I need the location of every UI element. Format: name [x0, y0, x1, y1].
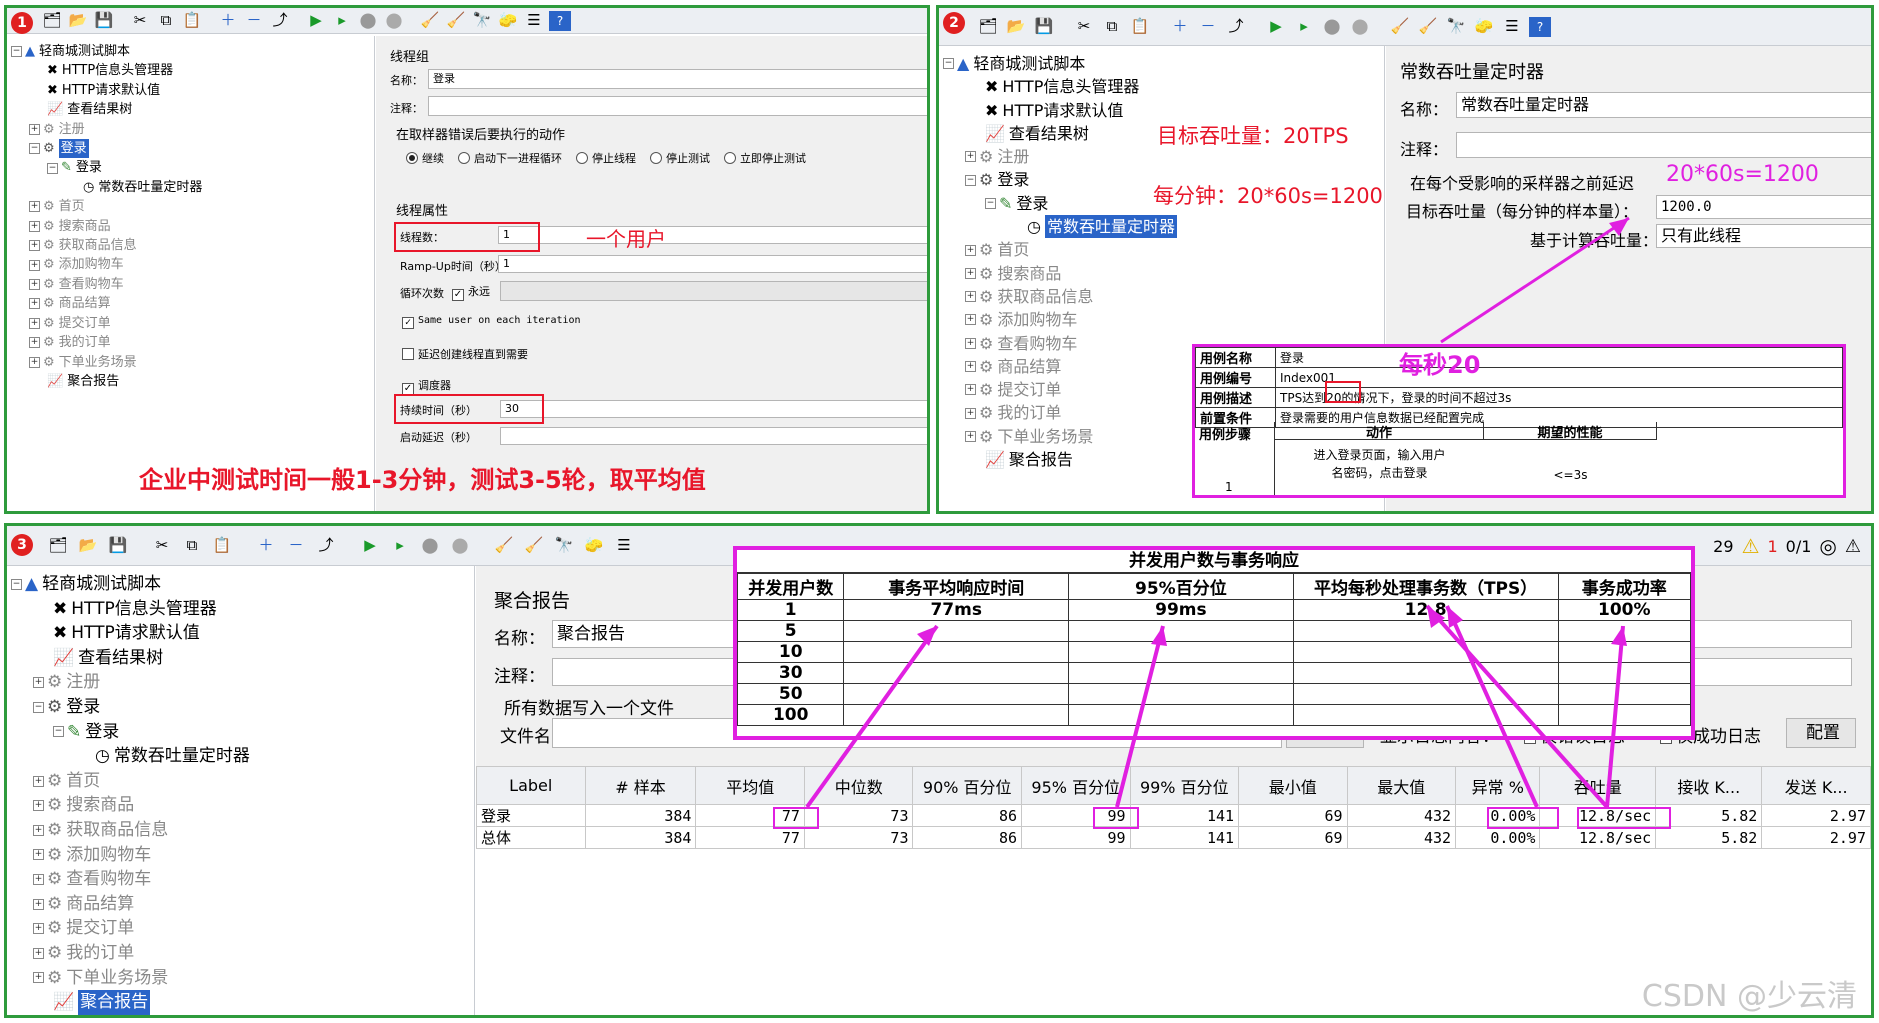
error-action-section: 在取样器错误后要执行的动作	[396, 128, 566, 143]
annotation-duration-box	[394, 394, 544, 424]
radio-stop-test[interactable]: 停止测试	[650, 152, 710, 165]
sampler-icon: ✎	[61, 160, 72, 176]
gear-icon: ⚙	[43, 354, 55, 370]
copy-icon[interactable]: ⧉	[155, 11, 177, 31]
duration-field[interactable]: 30	[500, 400, 927, 418]
panel-3-aggregate-report: 3 🗂 📂 💾 ✂ ⧉ 📋 ＋ － ⤴ ▶ ▸ ⬤ ⬤ 🧹 🧹 🔭 🧽 ☰ 29…	[4, 523, 1874, 1018]
gear-icon: ⚙	[43, 257, 55, 273]
timer-icon: ◷	[83, 179, 95, 195]
gear-icon: ⚙	[43, 335, 55, 351]
tree-item-group[interactable]: + ⚙ 首页	[11, 197, 374, 216]
listener-icon: 📈	[47, 102, 64, 118]
radio-stop-thread[interactable]: 停止线程	[576, 152, 636, 165]
annotation-test-time: 企业中测试时间一般1-3分钟，测试3-5轮，取平均值	[139, 466, 706, 494]
panel-badge: 3	[11, 534, 33, 556]
start-icon[interactable]: ▶	[305, 11, 327, 31]
name-field[interactable]: 登录	[428, 69, 927, 89]
tree-item-request-defaults[interactable]: ✖ HTTP请求默认值	[11, 81, 374, 100]
gear-icon: ⚙	[43, 296, 55, 312]
comment-field[interactable]	[428, 96, 927, 116]
test-plan-tree: − ▲ 轻商城测试脚本 ✖ HTTP信息头管理器 ✖ HTTP请求默认值 📈 查看结果树 …	[7, 36, 375, 511]
loop-forever-checkbox[interactable]: ✓ 永远	[452, 283, 490, 301]
gear-icon: ⚙	[43, 276, 55, 292]
comment-label: 注释：	[390, 102, 423, 115]
toolbar: 🗂 📂 💾 ✂ ⧉ 📋 ＋ － ⤴ ▶ ▸ ⬤ ⬤ 🧹 🧹 🔭 🧽 ☰ ?	[7, 8, 927, 34]
tree-item-timer[interactable]: ◷ 常数吞吐量定时器	[11, 178, 374, 197]
tree-item-group[interactable]: + ⚙ 添加购物车	[11, 255, 374, 274]
thread-props-section: 线程属性	[396, 204, 449, 219]
save-icon[interactable]: 💾	[93, 11, 115, 31]
threads-field[interactable]: 1	[498, 226, 927, 244]
tree-item-group[interactable]: + ⚙ 搜索商品	[11, 217, 374, 236]
scheduler-checkbox[interactable]: ✓ 调度器	[402, 377, 451, 395]
annotation-arrow	[1440, 216, 1630, 344]
loop-label: 循环次数	[400, 287, 444, 300]
loop-count-field[interactable]	[500, 281, 927, 301]
tree-item-header-manager[interactable]: ✖ HTTP信息头管理器	[11, 61, 374, 80]
test-plan-icon: ▲	[25, 44, 35, 59]
shutdown-icon[interactable]: ⬤	[383, 11, 405, 31]
delay-create-checkbox[interactable]: 延迟创建线程直到需要	[402, 346, 528, 362]
stop-icon[interactable]: ⬤	[357, 11, 379, 31]
start-no-pause-icon[interactable]: ▸	[331, 11, 353, 31]
annotation-arrows	[805, 604, 1627, 809]
gear-icon: ⚙	[43, 238, 55, 254]
tree-item-login-group[interactable]: − ⚙ 登录	[11, 139, 374, 159]
gear-icon: ⚙	[43, 121, 55, 137]
rampup-field[interactable]: 1	[498, 255, 927, 273]
rampup-label: Ramp-Up时间（秒）：	[400, 260, 512, 273]
startup-delay-field[interactable]	[500, 427, 927, 445]
open-icon[interactable]: 📂	[67, 11, 89, 31]
radio-continue[interactable]: 继续	[406, 152, 444, 165]
gear-icon: ⚙	[43, 315, 55, 331]
tree-root[interactable]: − ▲ 轻商城测试脚本	[11, 42, 374, 61]
editor-title: 线程组	[390, 50, 430, 65]
annotation-threads-box	[394, 222, 540, 252]
annotation-one-user: 一个用户	[586, 227, 666, 251]
panel-1-thread-group: 1 🗂 📂 💾 ✂ ⧉ 📋 ＋ － ⤴ ▶ ▸ ⬤ ⬤ 🧹 🧹 🔭 🧽 ☰ ? …	[4, 5, 930, 514]
thread-group-editor: 线程组 名称： 登录 注释： 在取样器错误后要执行的动作 继续 启动下一进程循环…	[376, 36, 927, 511]
tree-item-result-tree[interactable]: 📈 查看结果树	[11, 100, 374, 119]
expand-icon[interactable]: ＋	[217, 11, 239, 31]
toggle-icon[interactable]: ⤴	[269, 11, 291, 31]
gear-icon: ⚙	[43, 218, 55, 234]
radio-stop-test-now[interactable]: 立即停止测试	[724, 152, 806, 165]
help-icon[interactable]: ?	[549, 10, 571, 31]
gear-icon: ⚙	[43, 199, 55, 215]
gear-icon: ⚙	[43, 141, 55, 157]
cut-icon[interactable]: ✂	[129, 11, 151, 31]
startup-delay-label: 启动延迟（秒）	[400, 431, 477, 444]
tree-item-group[interactable]: + ⚙ 提交订单	[11, 314, 374, 333]
name-label: 名称：	[390, 74, 423, 87]
collapse-icon[interactable]: －	[243, 11, 265, 31]
config-icon: ✖	[47, 63, 58, 79]
radio-next-loop[interactable]: 启动下一进程循环	[458, 152, 562, 165]
listener-icon: 📈	[47, 373, 64, 389]
panel-2-throughput-timer: 2 🗂 📂 💾 ✂ ⧉ 📋 ＋ － ⤴ ▶ ▸ ⬤ ⬤ 🧹 🧹 🔭 🧽 ☰ ? …	[936, 5, 1874, 514]
reset-search-icon[interactable]: 🧽	[497, 11, 519, 31]
config-icon: ✖	[47, 82, 58, 98]
search-icon[interactable]: 🔭	[471, 11, 493, 31]
clear-all-icon[interactable]: 🧹	[445, 11, 467, 31]
tree-item-group[interactable]: + ⚙ 获取商品信息	[11, 236, 374, 255]
function-helper-icon[interactable]: ☰	[523, 11, 545, 31]
clear-icon[interactable]: 🧹	[419, 11, 441, 31]
tree-item-group[interactable]: + ⚙ 查看购物车	[11, 275, 374, 294]
tree-item-register[interactable]: + ⚙ 注册	[11, 120, 374, 139]
panel-badge: 2	[943, 12, 965, 34]
paste-icon[interactable]: 📋	[181, 11, 203, 31]
tree-item-group[interactable]: + ⚙ 商品结算	[11, 294, 374, 313]
same-user-checkbox[interactable]: ✓ Same user on each iteration	[402, 315, 581, 329]
tree-item-login-sampler[interactable]: − ✎ 登录	[11, 158, 374, 177]
tree-item-group[interactable]: + ⚙ 下单业务场景	[11, 353, 374, 372]
error-action-radios: 继续 启动下一进程循环 停止线程 停止测试 立即停止测试	[406, 150, 806, 166]
panel-badge: 1	[11, 12, 33, 34]
watermark: CSDN @少云清	[1641, 979, 1857, 1014]
tree-item-group[interactable]: + ⚙ 我的订单	[11, 333, 374, 352]
templates-icon[interactable]: 🗂	[41, 11, 63, 31]
tree-item-aggregate[interactable]: 📈 聚合报告	[11, 372, 374, 391]
